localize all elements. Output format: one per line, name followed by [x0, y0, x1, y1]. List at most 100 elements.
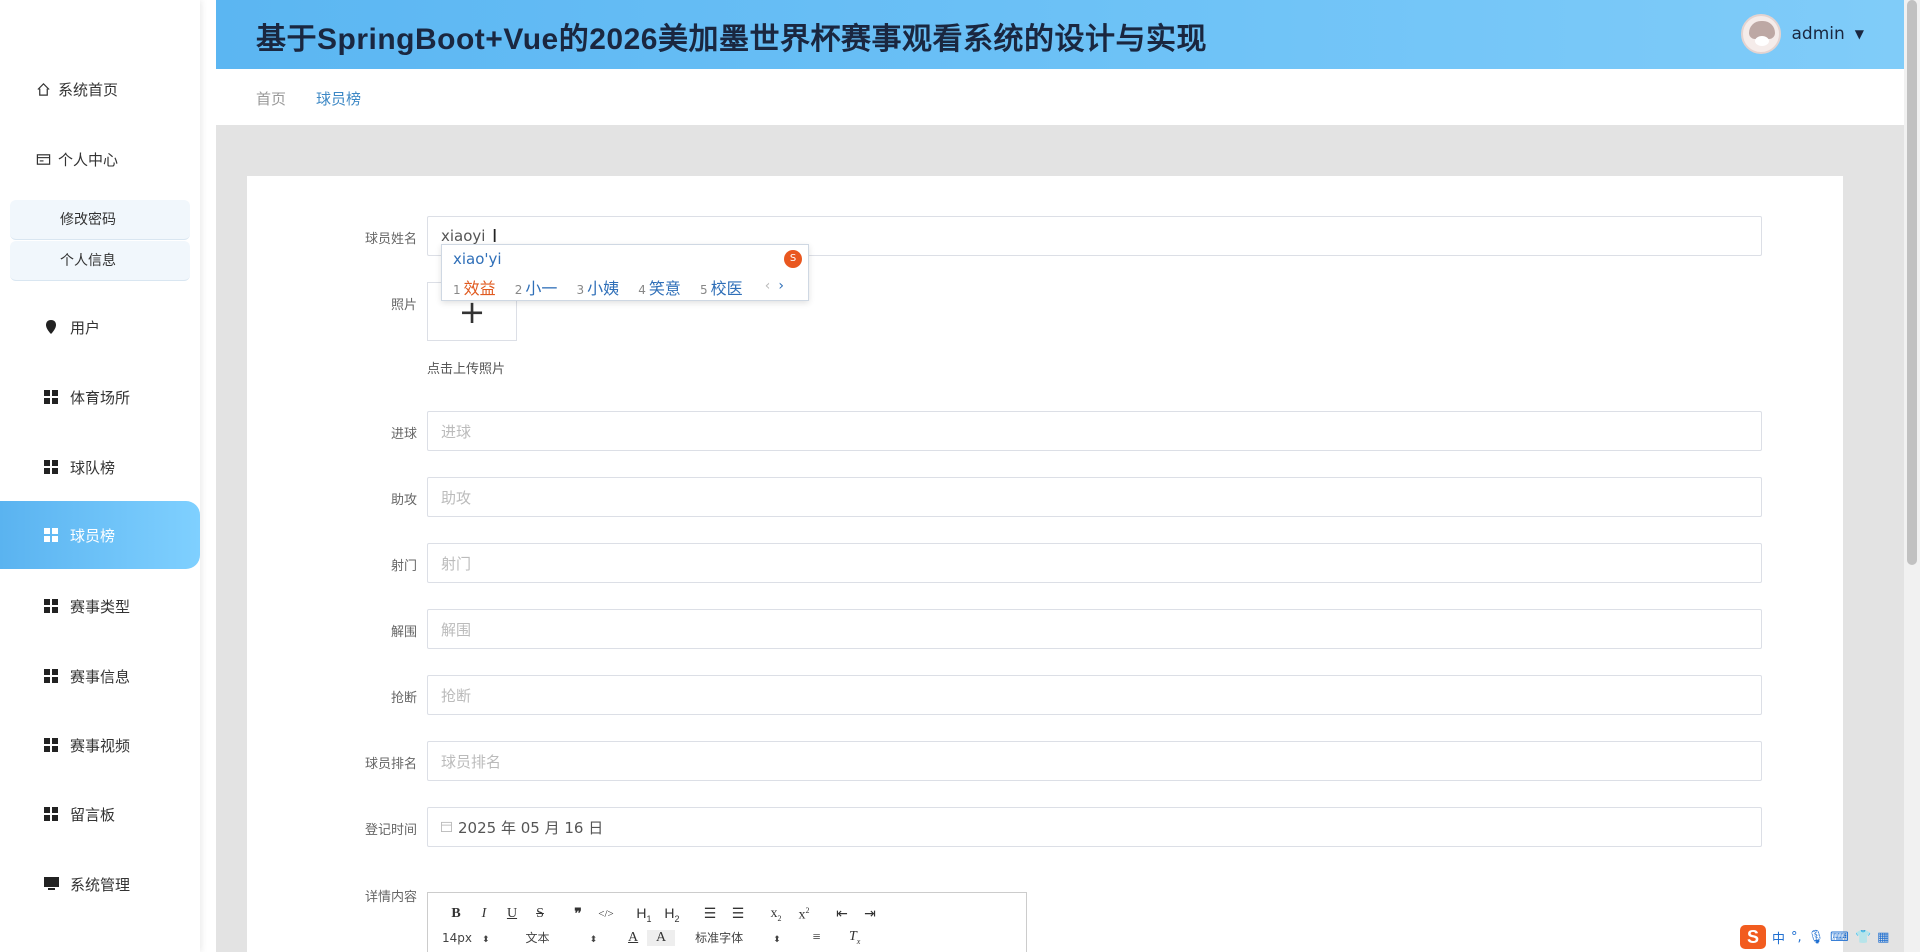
upload-hint: 点击上传照片 — [427, 362, 506, 377]
grid-icon — [42, 597, 60, 615]
calendar-icon — [441, 818, 452, 836]
subscript-icon[interactable]: x2 — [762, 906, 790, 923]
ime-language-indicator[interactable]: 中 — [1772, 928, 1785, 947]
sidebar-item-home[interactable]: 系统首页 — [0, 61, 200, 117]
bullet-list-icon[interactable]: ☰ — [724, 906, 752, 923]
font-size-select[interactable]: 14px ⬍ — [442, 931, 490, 945]
grid-icon — [42, 667, 60, 685]
register-time-picker[interactable]: 2025 年 05 月 16 日 — [427, 807, 1762, 847]
align-icon[interactable]: ≡ — [803, 930, 831, 946]
tackles-input[interactable]: 抢断 — [427, 675, 1762, 715]
sidebar-item-system-management[interactable]: 系统管理 — [0, 856, 200, 912]
chevron-right-icon[interactable]: › — [778, 278, 784, 294]
heading-1-icon[interactable]: H1 — [630, 905, 658, 924]
clear-format-icon[interactable]: Tx — [841, 929, 869, 946]
caret-down-icon[interactable]: ▼ — [1855, 27, 1864, 41]
sidebar-item-match-info[interactable]: 赛事信息 — [0, 648, 200, 704]
grid-icon — [42, 736, 60, 754]
ime-candidate[interactable]: 4 笑意 — [638, 279, 681, 298]
sidebar-item-match-types[interactable]: 赛事类型 — [0, 578, 200, 634]
strikethrough-icon[interactable]: S — [526, 906, 554, 922]
sidebar-item-label: 留言板 — [70, 805, 116, 824]
assists-placeholder: 助攻 — [441, 488, 472, 507]
bold-icon[interactable]: B — [442, 906, 470, 922]
user-name[interactable]: admin — [1791, 24, 1844, 44]
code-block-icon[interactable]: </> — [592, 908, 620, 920]
sidebar-item-profile-center[interactable]: 个人中心 — [0, 131, 200, 187]
player-name-label: 球员姓名 — [364, 232, 417, 247]
ime-page-arrows[interactable]: ‹ › — [765, 278, 784, 294]
photo-label: 照片 — [390, 298, 417, 313]
punctuation-icon[interactable]: °, — [1791, 930, 1802, 945]
rich-text-editor[interactable]: B I U S ❞ </> H1 H2 ☰ ☰ x2 x2 ⇤ ⇥ 14px ⬍ … — [427, 892, 1027, 952]
player-rank-input[interactable]: 球员排名 — [427, 741, 1762, 781]
sidebar-item-player-ranking[interactable]: 球员榜 — [0, 501, 200, 569]
goals-placeholder: 进球 — [441, 422, 472, 441]
shots-placeholder: 射门 — [441, 554, 472, 573]
sidebar-item-users[interactable]: 用户 — [0, 299, 200, 355]
blockquote-icon[interactable]: ❞ — [564, 906, 592, 923]
text-color-icon[interactable]: A — [619, 930, 647, 946]
sidebar-item-label: 赛事类型 — [70, 597, 131, 616]
clearances-placeholder: 解围 — [441, 620, 472, 639]
skin-icon[interactable]: 👕 — [1855, 930, 1871, 945]
sidebar-item-team-ranking[interactable]: 球队榜 — [0, 439, 200, 495]
player-name-value: xiaoyi — [441, 227, 486, 245]
page-scrollbar[interactable] — [1904, 0, 1920, 952]
clearances-label: 解围 — [390, 625, 417, 640]
font-family-select[interactable]: 标准字体 ⬍ — [695, 929, 781, 946]
ime-candidate[interactable]: 3 小姨 — [577, 279, 620, 298]
chevron-left-icon[interactable]: ‹ — [765, 278, 771, 294]
superscript-icon[interactable]: x2 — [790, 906, 818, 924]
assists-input[interactable]: 助攻 — [427, 477, 1762, 517]
sogou-skin-icon[interactable]: S — [784, 250, 802, 268]
sidebar-subitem-personal-info[interactable]: 个人信息 — [10, 241, 190, 281]
breadcrumb-home[interactable]: 首页 — [256, 88, 286, 109]
clearances-input[interactable]: 解围 — [427, 609, 1762, 649]
ime-candidate[interactable]: 1 效益 — [453, 279, 496, 298]
ime-candidate[interactable]: 2 小一 — [515, 279, 558, 298]
ime-candidate-window: xiao'yi S 1 效益 2 小一 3 小姨 4 笑意 5 校医 ‹ › — [441, 244, 809, 301]
goals-label: 进球 — [390, 427, 417, 442]
profile-card-icon — [34, 150, 52, 168]
sidebar-item-label: 系统首页 — [58, 80, 119, 99]
tackles-label: 抢断 — [390, 691, 417, 706]
sidebar-item-label: 系统管理 — [70, 875, 131, 894]
microphone-icon[interactable]: 🎙 — [1808, 930, 1825, 945]
ime-pinyin: xiao'yi — [453, 250, 502, 268]
toolbox-icon[interactable]: ▦ — [1877, 930, 1889, 945]
user-menu[interactable]: admin ▼ — [1741, 14, 1864, 54]
background-color-icon[interactable]: A — [647, 929, 676, 946]
ime-candidates: 1 效益 2 小一 3 小姨 4 笑意 5 校医 — [453, 275, 757, 299]
sidebar-item-label: 赛事信息 — [70, 667, 131, 686]
heading-2-icon[interactable]: H2 — [658, 905, 686, 924]
block-type-select[interactable]: 文本 ⬍ — [526, 929, 598, 946]
detail-content-label: 详情内容 — [364, 890, 417, 905]
monitor-icon — [42, 875, 60, 893]
sidebar-item-venues[interactable]: 体育场所 — [0, 369, 200, 425]
breadcrumb: 首页 球员榜 — [216, 71, 1904, 125]
sidebar-item-message-board[interactable]: 留言板 — [0, 786, 200, 842]
ordered-list-icon[interactable]: ☰ — [696, 906, 724, 923]
goals-input[interactable]: 进球 — [427, 411, 1762, 451]
indent-icon[interactable]: ⇥ — [856, 906, 884, 923]
ime-candidate[interactable]: 5 校医 — [700, 279, 743, 298]
sidebar-item-match-videos[interactable]: 赛事视频 — [0, 717, 200, 773]
ime-status-bar[interactable]: S 中 °, 🎙 ⌨ 👕 ▦ — [1740, 924, 1904, 950]
grid-icon — [42, 458, 60, 476]
avatar[interactable] — [1741, 14, 1782, 54]
sidebar-subitem-change-password[interactable]: 修改密码 — [10, 200, 190, 240]
player-rank-placeholder: 球员排名 — [441, 752, 502, 771]
tackles-placeholder: 抢断 — [441, 686, 472, 705]
grid-icon — [42, 805, 60, 823]
sidebar-item-label: 体育场所 — [70, 388, 131, 407]
underline-icon[interactable]: U — [498, 906, 526, 922]
sogou-logo-icon[interactable]: S — [1740, 925, 1766, 949]
shots-input[interactable]: 射门 — [427, 543, 1762, 583]
outdent-icon[interactable]: ⇤ — [828, 906, 856, 923]
scrollbar-thumb[interactable] — [1907, 0, 1917, 565]
text-cursor-icon: I — [492, 226, 498, 247]
keyboard-icon[interactable]: ⌨ — [1830, 930, 1849, 945]
top-header: 基于SpringBoot+Vue的2026美加墨世界杯赛事观看系统的设计与实现 … — [216, 0, 1904, 69]
italic-icon[interactable]: I — [470, 906, 498, 922]
